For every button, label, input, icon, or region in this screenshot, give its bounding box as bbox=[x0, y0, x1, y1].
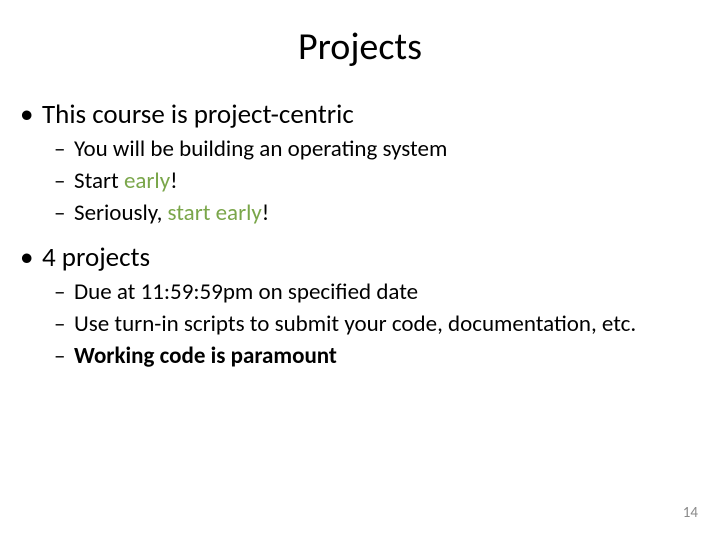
bullet-dash-icon: – bbox=[54, 167, 74, 196]
slide: Projects • This course is project-centri… bbox=[0, 0, 720, 540]
bullet-text-bold: Working code is paramount bbox=[74, 342, 704, 371]
bullet-level2: – Working code is paramount bbox=[54, 342, 704, 371]
page-number: 14 bbox=[683, 504, 698, 522]
bullet-dash-icon: – bbox=[54, 342, 74, 371]
bullet-dot-icon: • bbox=[20, 241, 42, 274]
bullet-text: This course is project-centric bbox=[42, 98, 354, 131]
slide-title: Projects bbox=[16, 24, 704, 70]
emphasis-text: start early bbox=[168, 199, 262, 227]
bullet-level2: – Seriously, start early! bbox=[54, 199, 704, 228]
text-frag: ! bbox=[170, 167, 178, 195]
bullet-text: 4 projects bbox=[42, 241, 150, 274]
bullet-dash-icon: – bbox=[54, 199, 74, 228]
slide-content: • This course is project-centric – You w… bbox=[16, 98, 704, 371]
bullet-dot-icon: • bbox=[20, 98, 42, 131]
bullet-level2: – You will be building an operating syst… bbox=[54, 135, 704, 164]
bullet-dash-icon: – bbox=[54, 278, 74, 307]
text-frag: Seriously, bbox=[74, 199, 168, 227]
bullet-dash-icon: – bbox=[54, 310, 74, 339]
bullet-text: Due at 11:59:59pm on specified date bbox=[74, 278, 704, 307]
bullet-text: Seriously, start early! bbox=[74, 199, 704, 228]
emphasis-text: early bbox=[124, 167, 170, 195]
bullet-level2: – Due at 11:59:59pm on specified date bbox=[54, 278, 704, 307]
bullet-text: Start early! bbox=[74, 167, 704, 196]
bullet-text: You will be building an operating system bbox=[74, 135, 704, 164]
text-frag: Start bbox=[74, 167, 124, 195]
bullet-level2: – Start early! bbox=[54, 167, 704, 196]
bullet-level2: – Use turn-in scripts to submit your cod… bbox=[54, 310, 704, 339]
text-frag: ! bbox=[262, 199, 270, 227]
bullet-level1: • 4 projects bbox=[20, 241, 704, 274]
bullet-dash-icon: – bbox=[54, 135, 74, 164]
bullet-text: Use turn-in scripts to submit your code,… bbox=[74, 310, 704, 339]
bullet-level1: • This course is project-centric bbox=[20, 98, 704, 131]
